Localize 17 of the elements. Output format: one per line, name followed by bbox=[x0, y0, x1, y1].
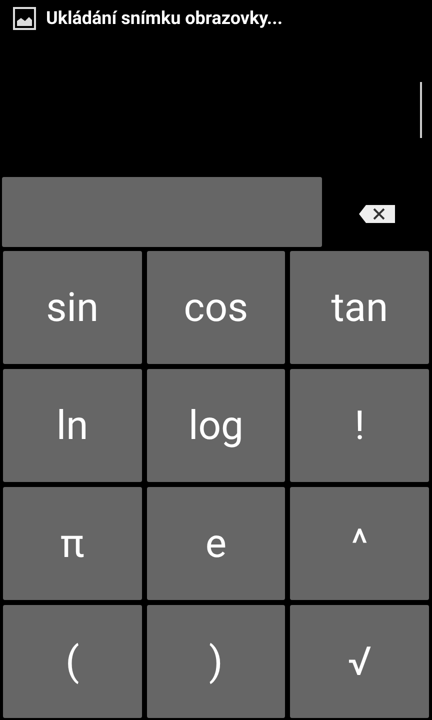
calculator-key[interactable]: ! bbox=[290, 369, 429, 482]
calculator-key[interactable]: ln bbox=[3, 369, 142, 482]
scrollbar bbox=[420, 82, 422, 138]
calculator-key[interactable]: √ bbox=[290, 605, 429, 718]
calculator-key[interactable]: tan bbox=[290, 251, 429, 364]
calculator-key[interactable]: e bbox=[146, 487, 286, 600]
calculator-key[interactable]: ^ bbox=[290, 487, 429, 600]
calculator-key[interactable]: log bbox=[146, 369, 286, 482]
backspace-icon[interactable] bbox=[358, 204, 396, 224]
input-field[interactable] bbox=[2, 177, 322, 247]
calculator-key[interactable]: π bbox=[3, 487, 142, 600]
picture-icon bbox=[13, 7, 36, 30]
calculator-key[interactable]: sin bbox=[3, 251, 142, 364]
calculator-key[interactable]: cos bbox=[146, 251, 286, 364]
notification-text: Ukládání snímku obrazovky... bbox=[46, 7, 283, 31]
calculator-key[interactable]: ) bbox=[146, 605, 286, 718]
calculator-key[interactable]: ( bbox=[3, 605, 142, 718]
